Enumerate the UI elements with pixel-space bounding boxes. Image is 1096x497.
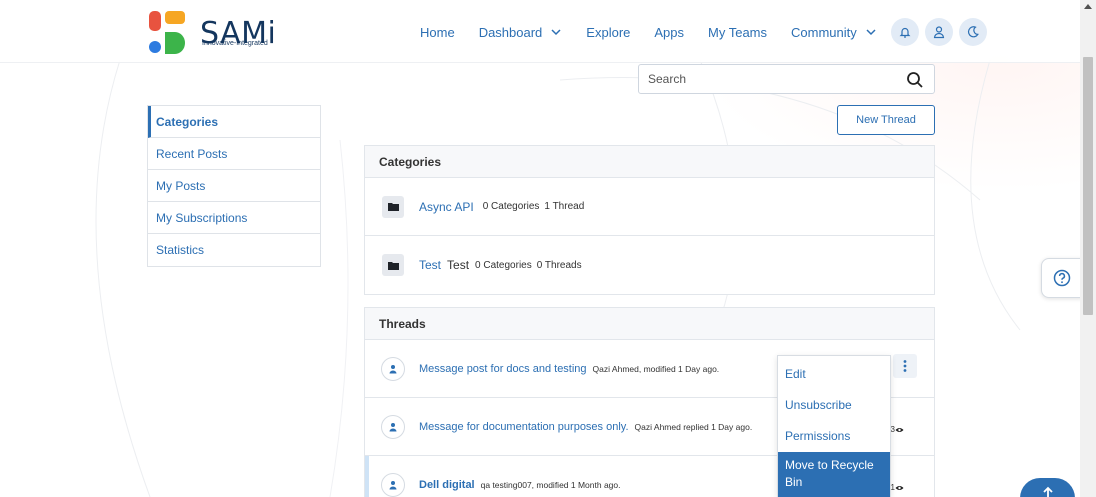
menu-item-edit[interactable]: Edit xyxy=(778,358,890,389)
forum-sidebar: Categories Recent Posts My Posts My Subs… xyxy=(147,105,321,267)
menu-item-move-to-recycle-bin[interactable]: Move to Recycle Bin xyxy=(778,452,890,497)
notifications-button[interactable] xyxy=(890,18,919,46)
menu-item-permissions[interactable]: Permissions xyxy=(778,420,890,451)
top-header: SAMi Innovative-Integrated Home Dashboar… xyxy=(0,0,1080,63)
user-icon xyxy=(933,26,944,39)
nav-dashboard-label: Dashboard xyxy=(478,24,543,40)
arrow-up-icon xyxy=(1042,486,1053,497)
help-circle-icon xyxy=(1053,269,1071,287)
brand-tagline: Innovative-Integrated xyxy=(202,40,268,47)
chevron-down-icon xyxy=(551,29,561,36)
sidebar-item-statistics[interactable]: Statistics xyxy=(148,234,320,266)
chevron-down-icon xyxy=(866,29,876,36)
bell-icon xyxy=(899,27,911,38)
kebab-menu-icon xyxy=(903,360,907,372)
folder-icon xyxy=(382,254,404,276)
eye-icon xyxy=(895,427,904,432)
new-thread-button[interactable]: New Thread xyxy=(837,105,935,135)
sidebar-item-categories[interactable]: Categories xyxy=(148,106,320,138)
brand-logo[interactable]: SAMi Innovative-Integrated xyxy=(148,10,288,56)
page-scrollbar[interactable] xyxy=(1080,0,1096,497)
thread-meta: Qazi Ahmed, modified 1 Day ago. xyxy=(592,363,720,374)
nav-home[interactable]: Home xyxy=(420,25,455,40)
scroll-to-top-button[interactable] xyxy=(1020,478,1075,497)
scrollbar-thumb[interactable] xyxy=(1083,57,1093,315)
nav-my-teams[interactable]: My Teams xyxy=(708,25,767,40)
user-avatar-icon xyxy=(381,472,405,497)
thread-meta: qa testing007, modified 1 Month ago. xyxy=(480,479,621,490)
category-count: 0 Categories xyxy=(482,201,540,212)
nav-community-label: Community xyxy=(791,24,857,40)
category-link[interactable]: Test xyxy=(419,258,441,272)
sidebar-item-my-posts[interactable]: My Posts xyxy=(148,170,320,202)
thread-count: 1 Thread xyxy=(544,201,585,212)
search-input[interactable] xyxy=(648,72,898,86)
categories-heading: Categories xyxy=(365,146,934,178)
search-box xyxy=(638,64,935,94)
thread-title-link[interactable]: Message post for docs and testing xyxy=(419,363,587,375)
user-profile-button[interactable] xyxy=(924,18,953,46)
thread-title-link[interactable]: Message for documentation purposes only. xyxy=(419,421,629,433)
logo-mark-icon xyxy=(149,11,185,54)
eye-icon xyxy=(895,485,904,490)
help-button[interactable] xyxy=(1041,258,1083,298)
nav-apps[interactable]: Apps xyxy=(654,25,684,40)
view-count: 1 xyxy=(891,483,904,492)
nav-community[interactable]: Community xyxy=(791,25,877,40)
category-count: 0 Categories xyxy=(475,259,532,271)
folder-icon xyxy=(382,195,404,218)
sidebar-item-recent-posts[interactable]: Recent Posts xyxy=(148,138,320,170)
search-icon[interactable] xyxy=(906,71,924,89)
categories-panel: Categories Async API 0 Categories 1 Thre… xyxy=(364,145,935,295)
thread-count: 0 Threads xyxy=(536,259,582,271)
menu-item-unsubscribe[interactable]: Unsubscribe xyxy=(778,389,890,420)
category-description: Test xyxy=(447,258,470,272)
thread-actions-button[interactable] xyxy=(893,354,917,378)
category-row: Test Test 0 Categories 0 Threads xyxy=(365,236,934,294)
threads-heading: Threads xyxy=(365,308,934,340)
theme-toggle-button[interactable] xyxy=(958,18,987,46)
scroll-up-arrow-icon[interactable] xyxy=(1084,4,1092,9)
thread-actions-menu: Edit Unsubscribe Permissions Move to Rec… xyxy=(777,355,891,497)
category-row: Async API 0 Categories 1 Thread xyxy=(365,178,934,236)
nav-dashboard[interactable]: Dashboard xyxy=(479,25,563,40)
thread-title-link[interactable]: Dell digital xyxy=(419,479,475,491)
moon-icon xyxy=(967,26,979,38)
user-avatar-icon xyxy=(381,356,405,381)
sidebar-item-my-subscriptions[interactable]: My Subscriptions xyxy=(148,202,320,234)
main-nav: Home Dashboard Explore Apps My Teams Com… xyxy=(420,17,993,47)
nav-explore[interactable]: Explore xyxy=(586,25,630,40)
view-count: 3 xyxy=(891,425,904,434)
category-link[interactable]: Async API xyxy=(419,200,474,214)
thread-meta: Qazi Ahmed replied 1 Day ago. xyxy=(634,421,753,432)
user-avatar-icon xyxy=(381,414,405,439)
